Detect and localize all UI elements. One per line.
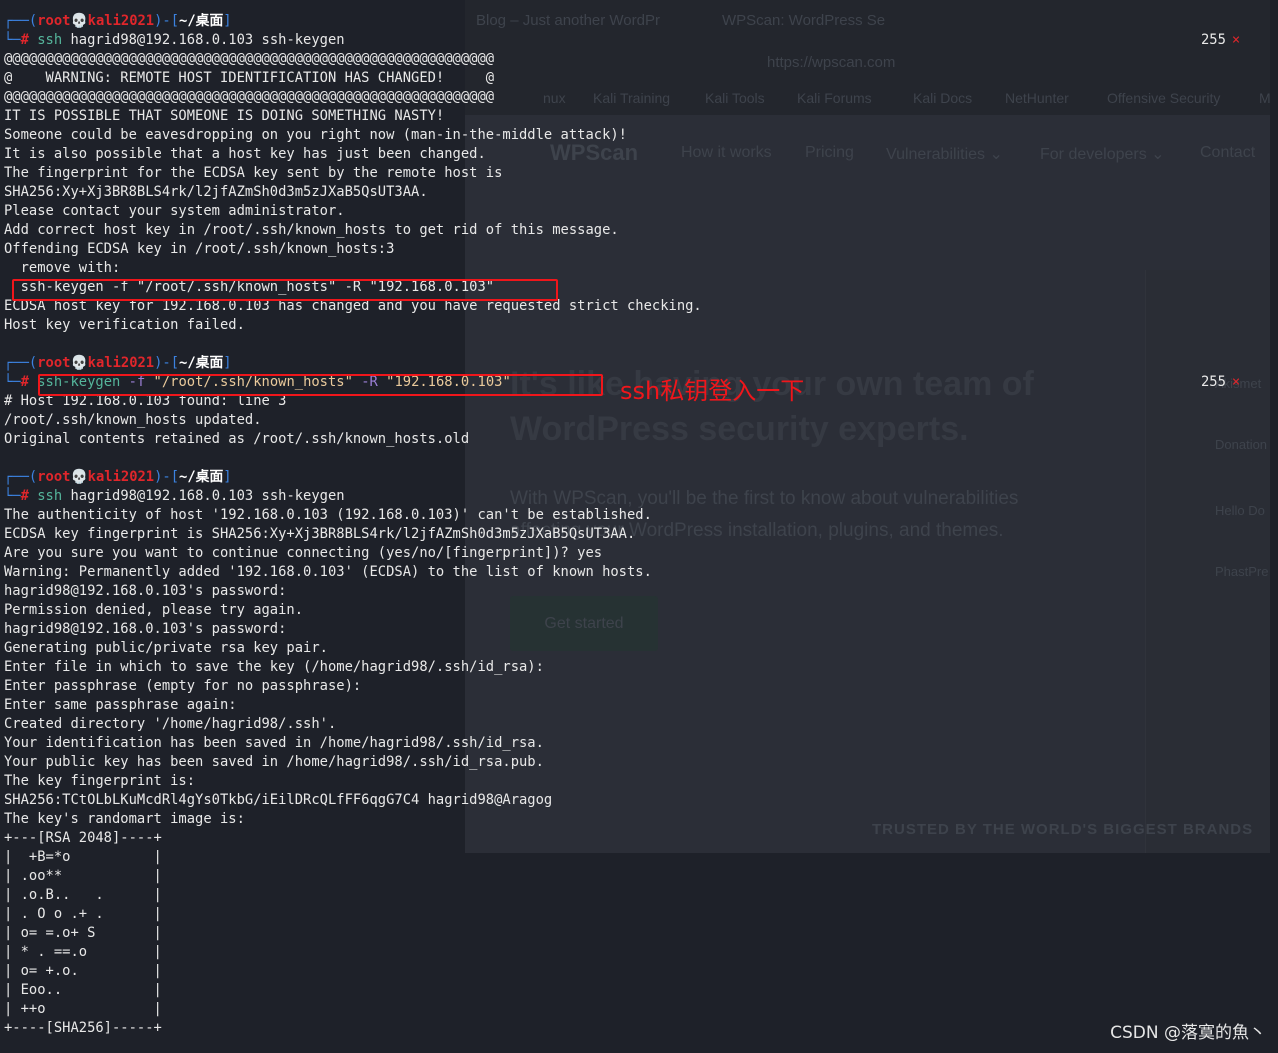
prompt-line: ┌──(root💀kali2021)-[~/桌面] <box>4 12 232 31</box>
output-line: | Eoo.. | <box>4 982 162 998</box>
output-line: Warning: Permanently added '192.168.0.10… <box>4 564 652 580</box>
prompt-hash: # <box>20 32 38 48</box>
output-line: Your public key has been saved in /home/… <box>4 754 544 770</box>
highlight-box <box>12 279 558 301</box>
command-token: hagrid98@192.168.0.103 ssh-keygen <box>62 32 345 48</box>
output-line: Are you sure you want to continue connec… <box>4 545 603 561</box>
prompt-user: root <box>37 355 71 371</box>
highlight-box <box>38 374 603 396</box>
prompt-dir: ~/桌面 <box>179 355 224 371</box>
command-line[interactable]: └─# ssh hagrid98@192.168.0.103 ssh-keyge… <box>4 487 345 506</box>
prompt-decoration: ] <box>223 469 232 485</box>
prompt-user: root <box>37 469 71 485</box>
output-line: +----[SHA256]-----+ <box>4 1020 162 1036</box>
output-line: SHA256:TCtOLbLKuMcdRl4gYs0TkbG/iEilDRcQL… <box>4 792 553 808</box>
output-line: Please contact your system administrator… <box>4 203 345 219</box>
output-line: | o= =.o+ S | <box>4 925 162 941</box>
prompt-decoration: └─ <box>4 488 21 504</box>
output-line: @@@@@@@@@@@@@@@@@@@@@@@@@@@@@@@@@@@@@@@@… <box>4 89 495 105</box>
prompt-decoration: └─ <box>4 32 21 48</box>
prompt-line: ┌──(root💀kali2021)-[~/桌面] <box>4 354 232 373</box>
output-line: IT IS POSSIBLE THAT SOMEONE IS DOING SOM… <box>4 108 445 124</box>
prompt-decoration: 💀 <box>70 469 88 485</box>
prompt-decoration: 💀 <box>70 13 88 29</box>
error-x-icon: × <box>1231 374 1241 390</box>
exit-code: 255 × <box>1201 373 1240 392</box>
output-line: Generating public/private rsa key pair. <box>4 640 328 656</box>
output-line: The authenticity of host '192.168.0.103 … <box>4 507 652 523</box>
annotation-text: ssh私钥登入一下 <box>620 377 805 405</box>
prompt-decoration: ┌──( <box>4 13 38 29</box>
output-line: Offending ECDSA key in /root/.ssh/known_… <box>4 241 395 257</box>
prompt-host: kali2021 <box>87 13 155 29</box>
prompt-host: kali2021 <box>87 355 155 371</box>
error-x-icon: × <box>1231 32 1241 48</box>
output-line: | .oo** | <box>4 868 162 884</box>
output-line: | +B=*o | <box>4 849 162 865</box>
command-line[interactable]: └─# ssh hagrid98@192.168.0.103 ssh-keyge… <box>4 31 345 50</box>
output-line: SHA256:Xy+Xj3BR8BLS4rk/l2jfAZmSh0d3m5zJX… <box>4 184 428 200</box>
output-line: /root/.ssh/known_hosts updated. <box>4 412 262 428</box>
command-token: ssh <box>37 488 63 504</box>
output-line: Permission denied, please try again. <box>4 602 304 618</box>
output-line: @@@@@@@@@@@@@@@@@@@@@@@@@@@@@@@@@@@@@@@@… <box>4 51 495 67</box>
prompt-user: root <box>37 13 71 29</box>
prompt-dir: ~/桌面 <box>179 469 224 485</box>
output-line: hagrid98@192.168.0.103's password: <box>4 583 287 599</box>
prompt-hash: # <box>20 374 38 390</box>
output-line: Your identification has been saved in /h… <box>4 735 544 751</box>
output-line: The key's randomart image is: <box>4 811 245 827</box>
output-line: | o= +.o. | <box>4 963 162 979</box>
output-line: Add correct host key in /root/.ssh/known… <box>4 222 619 238</box>
prompt-decoration: ┌──( <box>4 469 38 485</box>
output-line: The key fingerprint is: <box>4 773 196 789</box>
prompt-decoration: └─ <box>4 374 21 390</box>
output-line: | ++o | <box>4 1001 162 1017</box>
prompt-line: ┌──(root💀kali2021)-[~/桌面] <box>4 468 232 487</box>
output-line: Enter file in which to save the key (/ho… <box>4 659 544 675</box>
prompt-decoration: )-[ <box>154 13 180 29</box>
prompt-decoration: 💀 <box>70 355 88 371</box>
output-line: Enter passphrase (empty for no passphras… <box>4 678 362 694</box>
exit-code: 255 × <box>1201 31 1240 50</box>
output-line: remove with: <box>4 260 121 276</box>
output-line: | * . ==.o | <box>4 944 162 960</box>
output-line: | . O o .+ . | <box>4 906 162 922</box>
prompt-decoration: ┌──( <box>4 355 38 371</box>
command-token: ssh <box>37 32 63 48</box>
output-line: | .o.B.. . | <box>4 887 162 903</box>
output-line: hagrid98@192.168.0.103's password: <box>4 621 287 637</box>
prompt-decoration: )-[ <box>154 469 180 485</box>
prompt-host: kali2021 <box>87 469 155 485</box>
output-line: ECDSA key fingerprint is SHA256:Xy+Xj3BR… <box>4 526 636 542</box>
output-line: @ WARNING: REMOTE HOST IDENTIFICATION HA… <box>4 70 495 86</box>
output-line: Enter same passphrase again: <box>4 697 237 713</box>
prompt-dir: ~/桌面 <box>179 13 224 29</box>
prompt-decoration: ] <box>223 13 232 29</box>
prompt-hash: # <box>20 488 38 504</box>
output-line: The fingerprint for the ECDSA key sent b… <box>4 165 503 181</box>
output-line: Host key verification failed. <box>4 317 245 333</box>
output-line: It is also possible that a host key has … <box>4 146 486 162</box>
exit-code-value: 255 <box>1201 32 1226 48</box>
terminal[interactable]: ┌──(root💀kali2021)-[~/桌面] └─# ssh hagrid9… <box>0 0 1278 1053</box>
prompt-decoration: )-[ <box>154 355 180 371</box>
watermark: CSDN @落寞的魚丶 <box>1110 1023 1266 1043</box>
command-token: hagrid98@192.168.0.103 ssh-keygen <box>62 488 345 504</box>
prompt-decoration: ] <box>223 355 232 371</box>
exit-code-value: 255 <box>1201 374 1226 390</box>
output-line: Created directory '/home/hagrid98/.ssh'. <box>4 716 337 732</box>
output-line: +---[RSA 2048]----+ <box>4 830 162 846</box>
output-line: Original contents retained as /root/.ssh… <box>4 431 470 447</box>
output-line: Someone could be eavesdropping on you ri… <box>4 127 627 143</box>
